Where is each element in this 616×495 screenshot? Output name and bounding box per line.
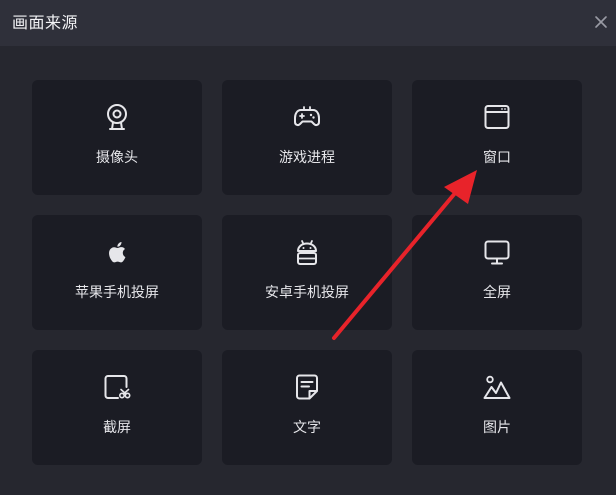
dialog-title: 画面来源 [12,13,79,32]
source-tile-window[interactable]: 窗口 [412,80,582,195]
source-picker-dialog: 画面来源 摄像头 游戏进程 窗口 苹果手机投屏 安卓手机投屏 全屏 截屏 文字 … [0,0,616,495]
monitor-icon [484,240,510,265]
screenshot-crop-icon [104,375,131,399]
source-tile-android-mirror[interactable]: 安卓手机投屏 [222,215,392,330]
close-icon[interactable] [593,14,609,30]
gamepad-icon [294,106,320,127]
source-label: 安卓手机投屏 [265,285,349,301]
source-label: 截屏 [103,420,131,436]
source-tile-apple-mirror[interactable]: 苹果手机投屏 [32,215,202,330]
document-text-icon [296,374,318,400]
source-label: 全屏 [483,285,511,301]
source-label: 窗口 [483,150,511,166]
android-icon [297,240,317,265]
apple-icon [109,242,126,263]
source-tile-image[interactable]: 图片 [412,350,582,465]
window-icon [484,105,510,129]
source-label: 游戏进程 [279,150,335,166]
source-tile-screenshot[interactable]: 截屏 [32,350,202,465]
source-label: 图片 [483,420,511,436]
source-tile-text[interactable]: 文字 [222,350,392,465]
source-tile-game-process[interactable]: 游戏进程 [222,80,392,195]
dialog-titlebar: 画面来源 [0,0,616,46]
source-label: 摄像头 [96,150,138,166]
source-label: 苹果手机投屏 [75,285,159,301]
source-label: 文字 [293,420,321,436]
source-tile-fullscreen[interactable]: 全屏 [412,215,582,330]
source-tile-camera[interactable]: 摄像头 [32,80,202,195]
image-icon [483,375,511,399]
webcam-icon [107,104,127,130]
